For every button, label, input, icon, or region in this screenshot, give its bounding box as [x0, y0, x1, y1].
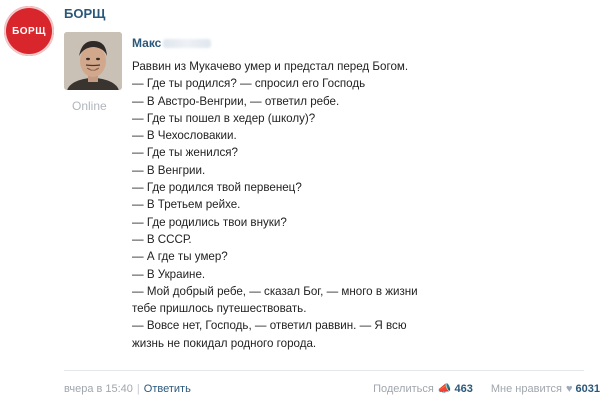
like-button[interactable]: Мне нравится ♥ 6031 — [491, 383, 600, 395]
author-name-blurred — [163, 38, 212, 48]
post-text-line: — Где ты родился? — спросил его Господь — [132, 77, 366, 91]
author-name-text: Макс — [132, 36, 162, 50]
footer-actions: Поделиться 📣 463 Мне нравится ♥ 6031 — [373, 382, 600, 396]
post-text-line: — А где ты умер? — [132, 250, 228, 264]
like-count: 6031 — [575, 382, 600, 395]
post-text-line: — Где ты пошел в хедер (школу)? — [132, 111, 316, 125]
group-name-link[interactable]: БОРЩ — [64, 6, 105, 21]
group-logo-text: БОРЩ — [12, 25, 46, 37]
post-text-line: — Где ты женился? — [132, 146, 238, 160]
post-text-line: тебе пришлось путешествовать. — [132, 302, 307, 316]
online-status: Online — [72, 99, 107, 113]
post-text-line: — В Чехословакии. — [132, 129, 237, 143]
author-name[interactable]: Макс — [132, 36, 212, 50]
post-timestamp[interactable]: вчера в 15:40 — [64, 383, 133, 395]
megaphone-icon[interactable]: 📣 — [438, 382, 452, 395]
post-text-line: — В Третьем рейхе. — [132, 198, 241, 212]
post-text-line: — В СССР. — [132, 232, 192, 246]
footer-divider — [64, 370, 584, 371]
post-text-line: — В Украине. — [132, 267, 206, 281]
post-text-line: — Где родился твой первенец? — [132, 181, 302, 195]
avatar-portrait-icon — [64, 32, 122, 90]
post-text-line: — Мой добрый ребе, — сказал Бог, — много… — [132, 284, 418, 298]
heart-icon[interactable]: ♥ — [566, 383, 573, 395]
post-footer: вчера в 15:40 | Ответить Поделиться 📣 46… — [64, 382, 600, 396]
post-text-line: — В Австро-Венгрии, — ответил ребе. — [132, 94, 340, 108]
post-text: Раввин из Мукачево умер и предстал перед… — [132, 58, 552, 352]
post-text-line: — В Венгрии. — [132, 163, 206, 177]
like-button-label[interactable]: Мне нравится — [491, 383, 562, 395]
reply-link[interactable]: Ответить — [144, 383, 191, 395]
post-text-line: — Где родились твои внуки? — [132, 215, 287, 229]
author-avatar[interactable] — [64, 32, 122, 90]
post-text-line: — Вовсе нет, Господь, — ответил раввин. … — [132, 319, 407, 333]
share-count: 463 — [454, 382, 473, 395]
share-button-label[interactable]: Поделиться — [373, 383, 434, 395]
post-text-line: Раввин из Мукачево умер и предстал перед… — [132, 60, 409, 73]
group-logo[interactable]: БОРЩ — [4, 6, 54, 56]
footer-separator: | — [136, 382, 140, 395]
post-text-line: жизнь не покидал родного города. — [132, 336, 317, 350]
